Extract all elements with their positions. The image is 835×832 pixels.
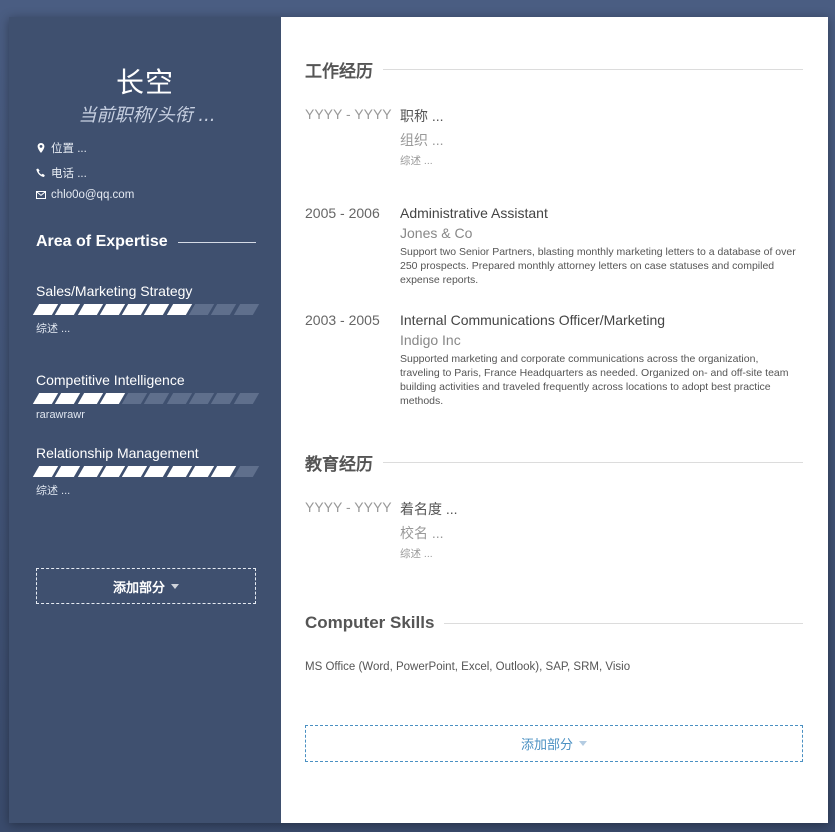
entry-title[interactable]: Administrative Assistant bbox=[400, 205, 800, 221]
education-heading: 教育经历 bbox=[305, 450, 803, 475]
entry-dates[interactable]: YYYY - YYYY bbox=[305, 499, 392, 515]
add-section-button-main[interactable]: 添加部分 bbox=[305, 725, 803, 762]
entry-title[interactable]: Internal Communications Officer/Marketin… bbox=[400, 312, 800, 328]
skill-level-segment[interactable] bbox=[211, 466, 237, 477]
add-section-label: 添加部分 bbox=[520, 737, 573, 752]
divider bbox=[177, 241, 256, 243]
contact-phone[interactable]: 电话 ... bbox=[36, 165, 87, 181]
skill-level-segment[interactable] bbox=[233, 393, 260, 404]
skill-level-bar[interactable] bbox=[32, 304, 260, 315]
divider bbox=[444, 622, 803, 624]
education-heading-text[interactable]: 教育经历 bbox=[305, 450, 373, 475]
envelope-icon bbox=[36, 191, 46, 199]
expertise-heading-text[interactable]: Area of Expertise bbox=[36, 233, 168, 251]
work-heading: 工作经历 bbox=[305, 57, 803, 82]
skill-item[interactable]: Relationship Management 综述 ... bbox=[32, 445, 260, 498]
entry-organization[interactable]: 组织 ... bbox=[400, 130, 800, 150]
skill-level-segment[interactable] bbox=[211, 393, 237, 404]
entry-description[interactable]: 综述 ... bbox=[400, 154, 800, 168]
profile-name[interactable]: 长空 bbox=[9, 61, 281, 101]
entry-title[interactable]: 职称 ... bbox=[400, 106, 800, 126]
contact-location[interactable]: 位置 ... bbox=[36, 140, 87, 156]
resume-page: 长空 当前职称/头衔 ... 位置 ... 电话 ... chlo0o@qq.c… bbox=[9, 17, 828, 823]
work-heading-text[interactable]: 工作经历 bbox=[305, 57, 373, 82]
add-section-button-sidebar[interactable]: 添加部分 bbox=[36, 568, 256, 604]
entry-organization[interactable]: Indigo Inc bbox=[400, 332, 800, 348]
computer-skills-heading: Computer Skills bbox=[305, 613, 803, 633]
caret-down-icon bbox=[579, 741, 587, 746]
caret-down-icon bbox=[171, 583, 179, 589]
entry-description[interactable]: Supported marketing and corporate commun… bbox=[400, 352, 800, 408]
map-pin-icon bbox=[37, 143, 45, 153]
main-content: 工作经历 YYYY - YYYY 职称 ... 组织 ... 综述 ... 20… bbox=[305, 17, 805, 823]
phone-icon bbox=[36, 168, 45, 177]
computer-skills-text[interactable]: MS Office (Word, PowerPoint, Excel, Outl… bbox=[305, 661, 630, 673]
email-text: chlo0o@qq.com bbox=[51, 189, 135, 201]
skill-description[interactable]: 综述 ... bbox=[36, 482, 256, 498]
skill-name[interactable]: Relationship Management bbox=[36, 445, 256, 461]
skill-level-segment[interactable] bbox=[233, 466, 260, 477]
skill-level-segment[interactable] bbox=[144, 393, 170, 404]
expertise-heading: Area of Expertise bbox=[36, 233, 256, 251]
skill-level-segment[interactable] bbox=[55, 304, 81, 315]
skill-item[interactable]: Competitive Intelligence rarawrawr bbox=[32, 372, 260, 421]
computer-skills-heading-text[interactable]: Computer Skills bbox=[305, 613, 434, 633]
phone-text: 电话 ... bbox=[51, 168, 87, 180]
location-text: 位置 ... bbox=[51, 143, 87, 155]
skill-description[interactable]: 综述 ... bbox=[36, 320, 256, 336]
entry-degree[interactable]: 着名度 ... bbox=[400, 499, 800, 519]
entry-dates[interactable]: 2005 - 2006 bbox=[305, 205, 380, 221]
entry-description[interactable]: Support two Senior Partners, blasting mo… bbox=[400, 245, 800, 287]
entry-dates[interactable]: YYYY - YYYY bbox=[305, 106, 392, 122]
skill-level-segment[interactable] bbox=[55, 393, 81, 404]
contact-email[interactable]: chlo0o@qq.com bbox=[36, 189, 134, 201]
skill-item[interactable]: Sales/Marketing Strategy 综述 ... bbox=[32, 283, 260, 336]
entry-school[interactable]: 校名 ... bbox=[400, 523, 800, 543]
skill-level-segment[interactable] bbox=[144, 466, 170, 477]
skill-level-segment[interactable] bbox=[233, 304, 260, 315]
sidebar: 长空 当前职称/头衔 ... 位置 ... 电话 ... chlo0o@qq.c… bbox=[9, 17, 281, 823]
skill-level-segment[interactable] bbox=[55, 466, 81, 477]
entry-description[interactable]: 综述 ... bbox=[400, 547, 800, 561]
divider bbox=[383, 462, 803, 463]
skill-level-segment[interactable] bbox=[144, 304, 170, 315]
skill-level-bar[interactable] bbox=[32, 466, 260, 477]
add-section-label: 添加部分 bbox=[112, 579, 165, 595]
skill-name[interactable]: Sales/Marketing Strategy bbox=[36, 283, 256, 299]
skill-name[interactable]: Competitive Intelligence bbox=[36, 372, 256, 388]
entry-dates[interactable]: 2003 - 2005 bbox=[305, 312, 380, 328]
skill-level-segment[interactable] bbox=[211, 304, 237, 315]
skill-level-bar[interactable] bbox=[32, 393, 260, 404]
profile-subtitle[interactable]: 当前职称/头衔 ... bbox=[9, 101, 285, 127]
entry-organization[interactable]: Jones & Co bbox=[400, 225, 800, 241]
divider bbox=[383, 69, 803, 70]
skill-description[interactable]: rarawrawr bbox=[36, 409, 256, 421]
